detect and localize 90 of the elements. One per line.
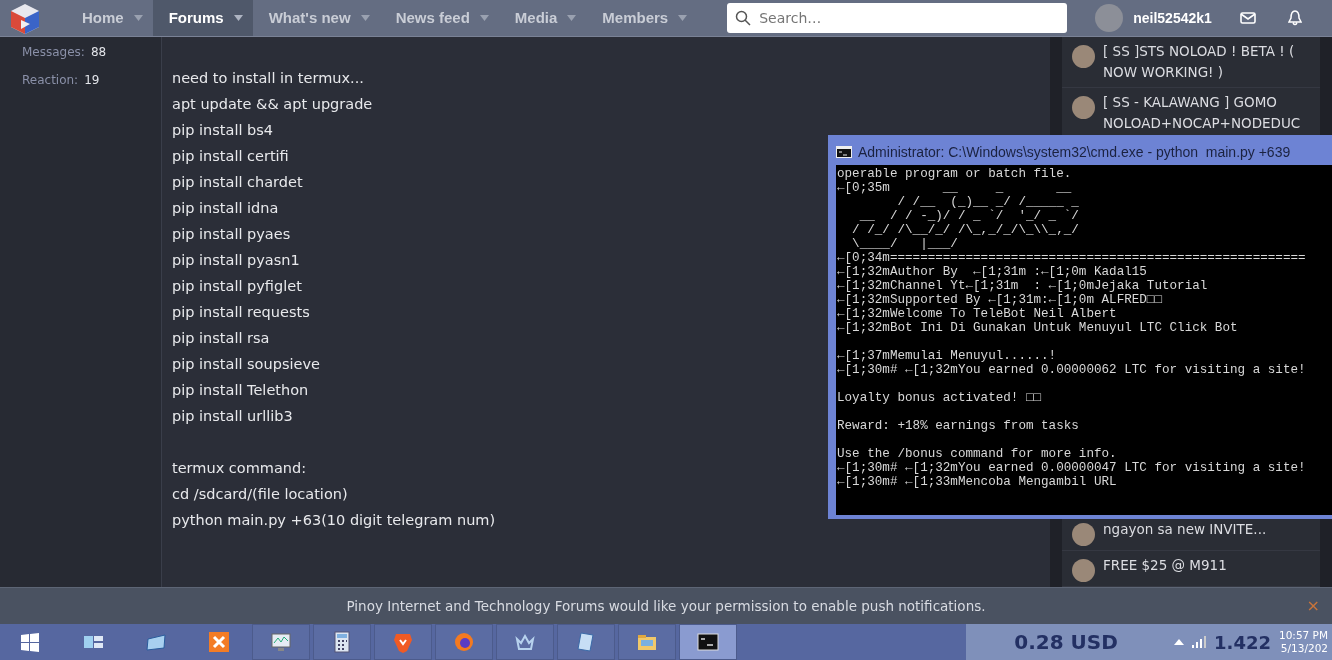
- avatar-placeholder: [1072, 559, 1095, 582]
- username[interactable]: neil52542k1: [1133, 7, 1212, 29]
- logo-icon[interactable]: [8, 2, 42, 36]
- nav-tab[interactable]: Media: [498, 0, 587, 36]
- nav-tab[interactable]: Members: [586, 0, 698, 36]
- notepad-icon: [575, 631, 597, 653]
- avatar-placeholder: [1072, 523, 1095, 546]
- chevron-up-icon[interactable]: [1174, 639, 1185, 645]
- post-text-line: pip install certifi: [172, 147, 289, 166]
- calculator-icon: [331, 631, 353, 653]
- currency-widget: 0.28 USD: [966, 624, 1167, 660]
- terminal-line: ←[1;30m# ←[1;32mYou earned 0.00000047 LTC for visiting a site!: [837, 461, 1306, 475]
- terminal-line: ←[0;34m=======================================================: [837, 251, 1306, 265]
- terminal-line: ←[1;37mMemulai Menuyul......!: [837, 349, 1057, 363]
- mail-icon[interactable]: [1239, 12, 1256, 24]
- post-text-line: pip install Telethon: [172, 381, 309, 400]
- post-text-line: apt update && apt upgrade: [172, 95, 373, 114]
- terminal-icon: [697, 631, 719, 653]
- taskbar-button[interactable]: [252, 624, 310, 660]
- terminal-line: Use the /bonus command for more info.: [837, 447, 1117, 461]
- post-text-line: pip install pyfiglet: [172, 277, 302, 296]
- terminal-line: / /_/ /\__/_/ /\_,_/_/\_\\_,_/: [851, 223, 1079, 237]
- avatar-placeholder: [1072, 45, 1095, 68]
- terminal-line: / /__ (_)__ _/ /_____ _: [896, 195, 1079, 209]
- notification-message: Pinoy Internet and Technology Forums would like your permission to enable push notifications.: [346, 596, 986, 616]
- caret-icon: [479, 15, 489, 21]
- terminal-line: ←[0;35m __ _ __: [837, 181, 1072, 195]
- stat-label: Reaction:: [22, 73, 79, 87]
- post-text-line: cd /sdcard/(file location): [172, 485, 348, 504]
- stat-value: 19: [84, 73, 100, 87]
- terminal-line: Reward: +18% earnings from tasks: [837, 419, 1079, 433]
- console-icon: [836, 146, 852, 158]
- stat-label: Messages:: [22, 45, 85, 59]
- caret-icon: [567, 15, 577, 21]
- post-text-line: pip install idna: [172, 199, 279, 218]
- cross-tile-icon: [208, 631, 230, 653]
- close-button[interactable]: ×: [1300, 593, 1326, 619]
- post-text-line: pip install urllib3: [172, 407, 293, 426]
- terminal-line: ←[1;30m# ←[1;33mMencoba Mengambil URL: [837, 475, 1117, 489]
- post-text-line: pip install bs4: [172, 121, 274, 140]
- terminal-line: __ / / -_)/ / _ `/ '_/ _ `/: [858, 209, 1079, 223]
- nav-tab[interactable]: News feed: [379, 0, 499, 36]
- search-field[interactable]: Search…: [727, 3, 1068, 33]
- terminal-line: ←[1;32mSupported By ←[1;31m:←[1;0m ALFRED□□: [837, 293, 1162, 307]
- notification-bell-icon[interactable]: [1287, 10, 1302, 26]
- thread-title: FREE $25 @ M911: [1103, 556, 1227, 575]
- post-text-line: pip install pyaes: [172, 225, 291, 244]
- search-input[interactable]: Search…: [757, 6, 1048, 30]
- stat-value: 88: [90, 45, 107, 59]
- post-text-line: need to install in termux...: [172, 69, 364, 88]
- thread-title: [ SS - KALAWANG ] GOMO NOLOAD+NOCAP+NODEDUC: [1103, 93, 1302, 133]
- window-title: Administrator: C:\Windows\system32\cmd.exe - python main.py +639: [858, 142, 1291, 162]
- windows-logo-icon: [19, 631, 41, 653]
- widget-value: 1.422: [1214, 630, 1271, 655]
- terminal-line: ←[1;32mChannel Yt←[1;31m : ←[1;0mJejaka Tutorial: [837, 279, 1208, 293]
- terminal-line: ←[1;32mAuthor By ←[1;31m :←[1;0m Kadal15: [837, 265, 1147, 279]
- terminal-line: operable program or batch file.: [837, 167, 1072, 181]
- nav-tab[interactable]: Home: [66, 0, 153, 36]
- taskbar-button[interactable]: [313, 624, 371, 660]
- window-icon: [145, 631, 167, 653]
- terminal-line: \____/ |___/: [851, 237, 958, 251]
- search-icon: [735, 10, 752, 26]
- monitor-icon: [270, 631, 292, 653]
- terminal-line: Loyalty bonus activated! □□: [837, 391, 1042, 405]
- caret-icon: [678, 15, 688, 21]
- nav-tab[interactable]: What's new: [252, 0, 380, 36]
- post-text-line: pip install requests: [172, 303, 310, 322]
- terminal-line: ←[1;30m# ←[1;32mYou earned 0.00000062 LTC for visiting a site!: [837, 363, 1306, 377]
- post-text-line: termux command:: [172, 459, 307, 478]
- clock-time[interactable]: 10:57 PM: [1279, 629, 1328, 642]
- avatar-placeholder: [1072, 96, 1095, 119]
- terminal-line: ←[1;32mBot Ini Di Gunakan Untuk Menuyul LTC Click Bot: [837, 321, 1238, 335]
- terminal-line: ←[1;32mWelcome To TeleBot Neil Albert: [837, 307, 1117, 321]
- signal-icon[interactable]: [1192, 636, 1207, 648]
- thread-title: [ SS ]STS NOLOAD ! BETA ! ( NOW WORKING! ): [1103, 42, 1296, 82]
- post-text-line: python main.py +63(10 digit telegram num): [172, 511, 496, 530]
- thread-link[interactable]: [ SS ]STS NOLOAD ! BETA ! ( NOW WORKING! ): [1062, 37, 1320, 88]
- caret-icon: [133, 15, 143, 21]
- post-text-line: pip install pyasn1: [172, 251, 300, 270]
- thread-title: ngayon sa new INVITE...: [1103, 520, 1267, 539]
- post-text-line: pip install chardet: [172, 173, 303, 192]
- nav-tab[interactable]: Forums: [152, 0, 253, 36]
- taskbar-button[interactable]: [496, 624, 554, 660]
- post-text-line: pip install soupsieve: [172, 355, 320, 374]
- caret-icon: [360, 15, 370, 21]
- caret-icon: [233, 15, 243, 21]
- clock-date[interactable]: 5/13/202: [1279, 642, 1328, 655]
- post-text-line: pip install rsa: [172, 329, 270, 348]
- taskbar-button[interactable]: [557, 624, 615, 660]
- taskbar-button[interactable]: [679, 624, 737, 660]
